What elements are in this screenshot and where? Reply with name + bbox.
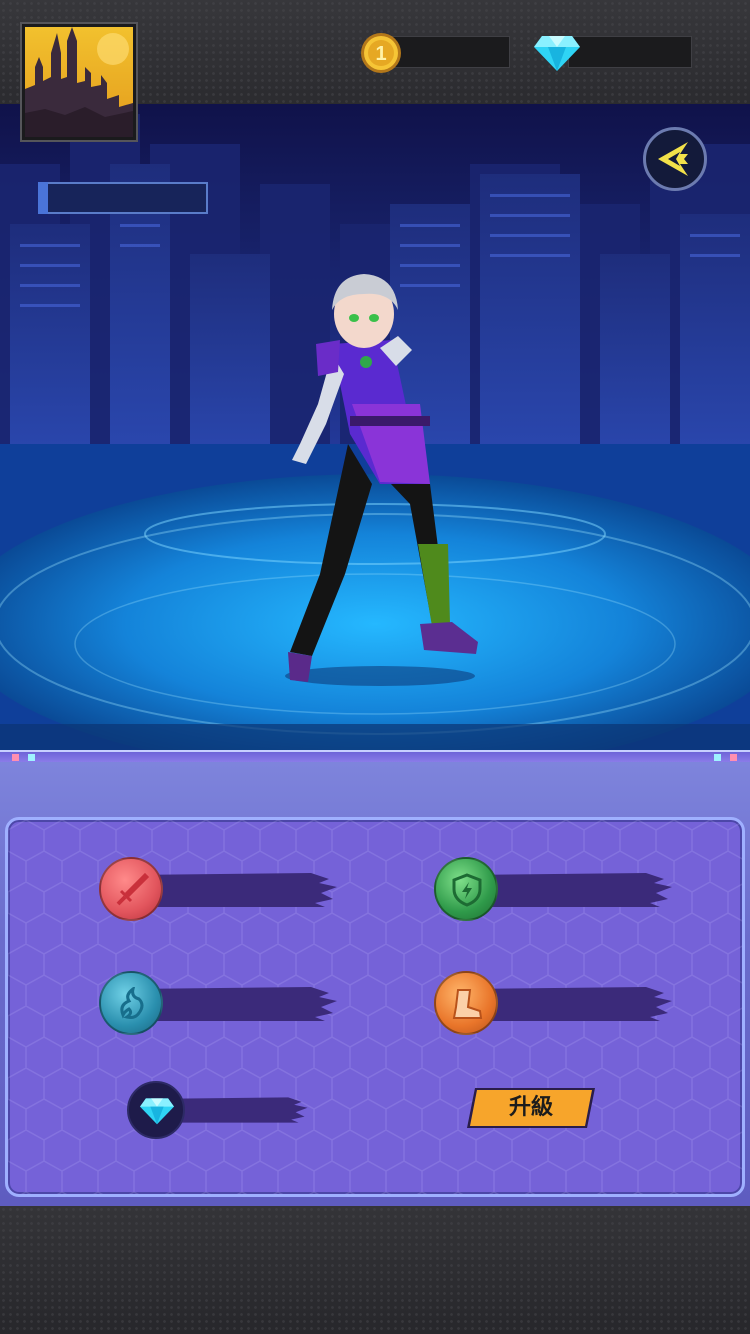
attack-orb xyxy=(99,857,163,921)
coin-icon: 1 xyxy=(361,33,401,73)
spirit-orb xyxy=(99,971,163,1035)
diamond-icon xyxy=(534,36,580,71)
defense-orb xyxy=(434,857,498,921)
attack-stat xyxy=(99,857,339,923)
name-bar-tab xyxy=(38,182,48,214)
diamond-icon xyxy=(140,1098,174,1125)
back-arrow-icon xyxy=(658,142,688,176)
divider-marker xyxy=(28,754,35,761)
bottom-bar xyxy=(0,1206,750,1334)
gem-bar xyxy=(568,36,692,68)
upgrade-button-label: 升級 xyxy=(508,1095,553,1120)
upgrade-cost xyxy=(127,1081,367,1147)
bottom-bar-texture xyxy=(0,1206,750,1334)
shield-icon xyxy=(452,873,482,907)
back-button[interactable] xyxy=(643,127,707,191)
player-portrait[interactable] xyxy=(20,22,138,142)
speed-stat xyxy=(434,971,674,1037)
castle-portrait-icon xyxy=(25,27,133,137)
boot-icon xyxy=(452,989,483,1019)
divider-marker xyxy=(730,754,737,761)
spirit-stat xyxy=(99,971,339,1037)
divider-marker xyxy=(12,754,19,761)
character-name-bar xyxy=(38,182,208,214)
cost-orb xyxy=(127,1081,185,1139)
coin-bar xyxy=(390,36,510,68)
sword-icon xyxy=(116,873,149,906)
section-divider xyxy=(0,750,750,762)
flame-spirit-icon xyxy=(120,987,144,1019)
svg-text:1: 1 xyxy=(375,43,386,65)
speed-orb xyxy=(434,971,498,1035)
divider-marker xyxy=(714,754,721,761)
upgrade-button[interactable]: 升級 xyxy=(467,1088,595,1128)
defense-stat xyxy=(434,857,674,923)
